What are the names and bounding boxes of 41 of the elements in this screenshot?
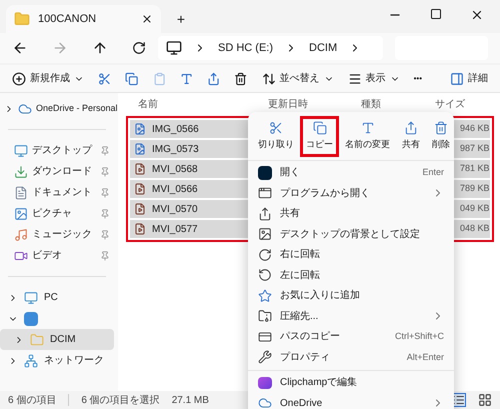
item-label: ミュージック: [32, 228, 93, 242]
menu-item-label: パスのコピー: [280, 330, 341, 344]
item-label: デスクトップ: [32, 144, 94, 158]
selection-info: 6 個の項目を選択: [81, 394, 160, 408]
item-label: DCIM: [50, 333, 76, 347]
menu-item-label: 左に回転: [280, 268, 321, 283]
file-size: 048 KB: [460, 222, 490, 236]
menu-item-label: 共有: [280, 206, 301, 222]
item-label: ドキュメント: [32, 186, 93, 200]
file-name: MVI_0566: [152, 182, 198, 196]
item-label: ネットワーク: [44, 354, 104, 368]
menu-item-label: デスクトップの背景として設定: [280, 228, 421, 242]
menu-item-label: プロパティ: [280, 350, 331, 365]
file-name: MVI_0570: [152, 202, 198, 216]
file-size: 987 KB: [460, 142, 490, 156]
file-name: MVI_0577: [152, 222, 198, 236]
menu-item-label: Clipchampで編集: [280, 376, 358, 390]
item-label: OneDrive - Personal: [36, 102, 118, 116]
file-size: 789 KB: [460, 182, 490, 196]
menu-item-label: プログラムから開く: [280, 186, 371, 201]
tab-title: 100CANON: [38, 12, 98, 27]
item-label: ピクチャ: [32, 207, 73, 221]
shortcut-text: Alt+Enter: [406, 350, 444, 364]
file-name: MVI_0568: [152, 162, 198, 176]
menu-item-label: OneDrive: [280, 396, 324, 409]
menu-item-label: 開く: [280, 166, 301, 180]
selection-size: 27.1 MB: [172, 394, 209, 408]
item-label: ビデオ: [32, 249, 63, 263]
shortcut-text: Ctrl+Shift+C: [394, 330, 444, 343]
menu-item-label: 右に回転: [280, 248, 321, 262]
menu-item-label: お気に入りに追加: [280, 288, 361, 304]
item-count: 6 個の項目: [8, 394, 56, 408]
item-label: PC: [44, 291, 58, 305]
file-name: IMG_0566: [152, 122, 199, 136]
file-name: IMG_0573: [152, 142, 199, 156]
file-size: 946 KB: [460, 122, 490, 136]
item-label: ダウンロード: [32, 165, 93, 179]
menu-item-label: 圧縮先...: [280, 310, 320, 324]
file-size: 049 KB: [460, 202, 490, 216]
shortcut-text: Enter: [422, 166, 444, 179]
file-size: 781 KB: [460, 162, 490, 176]
